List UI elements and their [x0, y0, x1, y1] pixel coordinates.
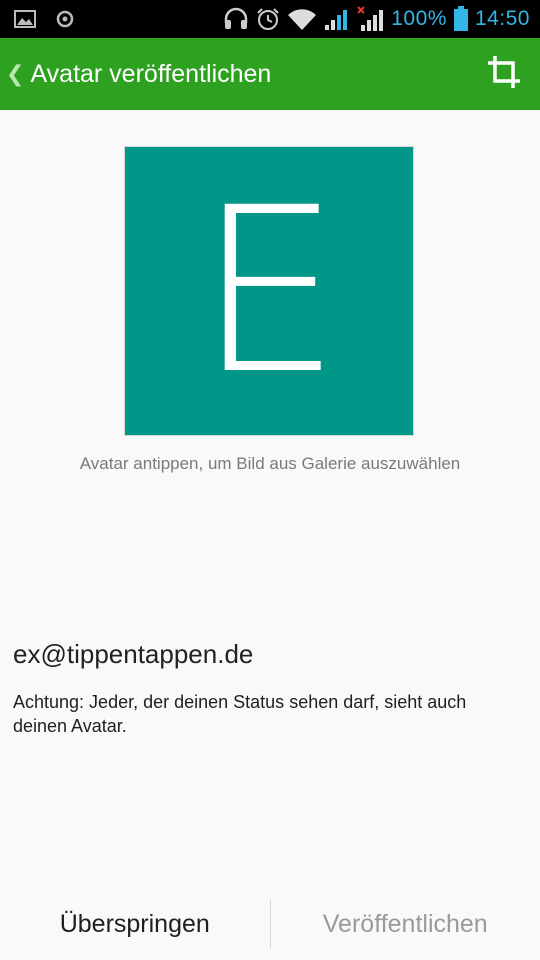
headset-icon [223, 7, 249, 31]
visibility-warning: Achtung: Jeder, der deinen Status sehen … [13, 692, 467, 736]
crop-button[interactable] [468, 38, 540, 110]
image-icon [14, 10, 36, 28]
clock: 14:50 [474, 7, 530, 30]
battery-icon [453, 6, 469, 32]
record-icon [56, 10, 74, 28]
signal-no-service-icon [357, 6, 385, 32]
battery-percent: 100% [391, 7, 447, 30]
avatar-image[interactable]: E [124, 146, 414, 436]
avatar-letter: E [196, 158, 342, 424]
alarm-icon [255, 7, 281, 31]
publish-button[interactable]: Veröffentlichen [271, 888, 540, 960]
page-title: Avatar veröffentlichen [30, 59, 272, 88]
signal-icon [323, 7, 351, 31]
status-bar: 100% 14:50 [0, 0, 540, 38]
back-button[interactable]: ❮ Avatar veröffentlichen [0, 38, 271, 110]
account-email: ex@tippentappen.de [13, 639, 254, 669]
skip-button[interactable]: Überspringen [0, 888, 270, 960]
crop-icon [486, 54, 522, 95]
chevron-left-icon: ❮ [6, 61, 25, 86]
avatar-hint: Avatar antippen, um Bild aus Galerie aus… [79, 454, 461, 473]
app-bar: ❮ Avatar veröffentlichen [0, 38, 540, 110]
action-bar: Überspringen Veröffentlichen [0, 888, 540, 960]
wifi-icon [287, 7, 317, 31]
